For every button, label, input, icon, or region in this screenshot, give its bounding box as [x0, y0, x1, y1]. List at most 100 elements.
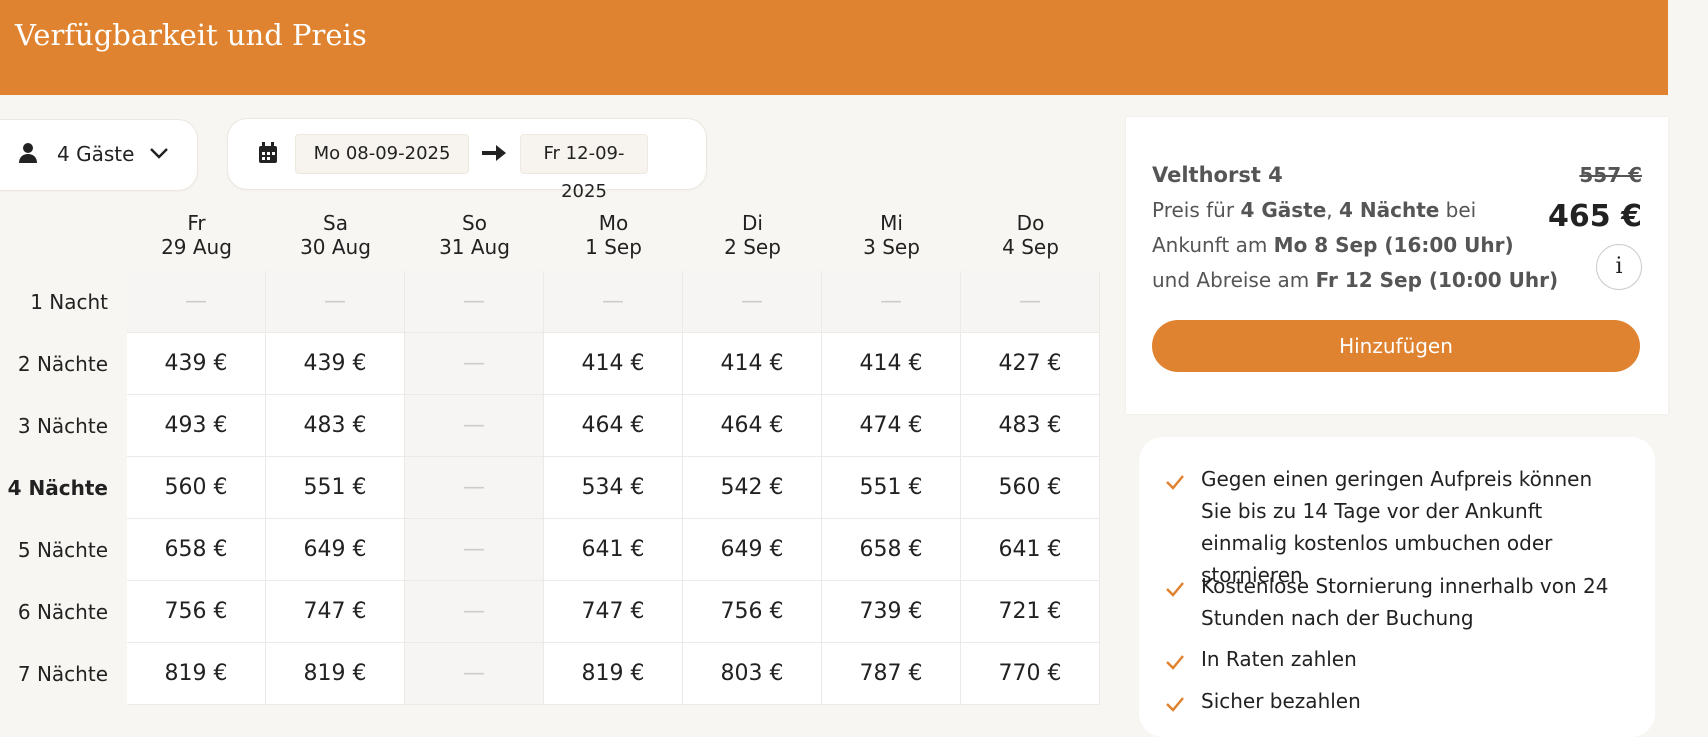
column-date: 1 Sep	[585, 235, 642, 259]
price-cell[interactable]: 747 €	[544, 581, 683, 643]
person-icon	[19, 142, 37, 168]
calendar-icon	[258, 142, 278, 168]
check-icon	[1165, 647, 1185, 679]
column-date: 30 Aug	[300, 235, 371, 259]
column-date: 31 Aug	[439, 235, 510, 259]
price-cell[interactable]: 534 €	[544, 457, 683, 519]
arrow-right-icon	[482, 143, 506, 167]
price-cell[interactable]: 483 €	[961, 395, 1100, 457]
price-cell[interactable]: 464 €	[683, 395, 822, 457]
check-icon	[1165, 689, 1185, 721]
column-header: Fr 29 Aug	[127, 211, 266, 259]
price-cell-unavailable: —	[405, 271, 544, 333]
column-header: Do 4 Sep	[961, 211, 1100, 259]
price-cell[interactable]: 542 €	[683, 457, 822, 519]
date-range-picker[interactable]: Mo 08-09-2025 Fr 12-09-2025	[227, 118, 707, 202]
benefit-item: In Raten zahlen	[1166, 643, 1621, 675]
price-cell[interactable]: 787 €	[822, 643, 961, 705]
row-label: 1 Nacht	[30, 290, 108, 314]
price-cell[interactable]: 649 €	[683, 519, 822, 581]
guests-label: 4 Gäste	[57, 142, 135, 166]
price-cell-unavailable: —	[405, 457, 544, 519]
price-cell-unavailable: —	[544, 271, 683, 333]
current-price: 465 €	[1548, 199, 1642, 234]
column-day: Fr	[187, 211, 206, 235]
column-day: So	[462, 211, 487, 235]
price-cell[interactable]: 721 €	[961, 581, 1100, 643]
price-cell[interactable]: 493 €	[127, 395, 266, 457]
column-date: 4 Sep	[1002, 235, 1059, 259]
add-button[interactable]: Hinzufügen	[1152, 320, 1640, 372]
column-header: Di 2 Sep	[683, 211, 822, 259]
price-cell[interactable]: 439 €	[266, 333, 405, 395]
price-cell[interactable]: 414 €	[683, 333, 822, 395]
price-cell[interactable]: 819 €	[544, 643, 683, 705]
price-cell-unavailable: —	[683, 271, 822, 333]
price-cell[interactable]: 641 €	[544, 519, 683, 581]
column-date: 3 Sep	[863, 235, 920, 259]
header-bar: Verfügbarkeit und Preis	[0, 0, 1668, 95]
column-day: Mi	[880, 211, 903, 235]
price-cell[interactable]: 658 €	[822, 519, 961, 581]
summary-line-guests: Preis für 4 Gäste, 4 Nächte bei	[1152, 198, 1477, 222]
column-date: 29 Aug	[161, 235, 232, 259]
row-label: 3 Nächte	[17, 414, 108, 438]
price-cell[interactable]: 560 €	[127, 457, 266, 519]
chevron-down-icon	[149, 145, 169, 164]
column-date: 2 Sep	[724, 235, 781, 259]
price-cell[interactable]: 560 €	[961, 457, 1100, 519]
guests-selector[interactable]: 4 Gäste	[0, 119, 198, 191]
price-cell-unavailable: —	[822, 271, 961, 333]
column-day: Sa	[323, 211, 348, 235]
price-cell[interactable]: 649 €	[266, 519, 405, 581]
checkin-date-input[interactable]: Mo 08-09-2025	[295, 134, 469, 174]
column-header: So 31 Aug	[405, 211, 544, 259]
price-cell[interactable]: 803 €	[683, 643, 822, 705]
row-label: 4 Nächte	[7, 476, 108, 500]
column-header: Mo 1 Sep	[544, 211, 683, 259]
price-cell[interactable]: 747 €	[266, 581, 405, 643]
price-cell[interactable]: 770 €	[961, 643, 1100, 705]
price-cell-unavailable: —	[405, 395, 544, 457]
price-cell[interactable]: 658 €	[127, 519, 266, 581]
price-cell[interactable]: 819 €	[127, 643, 266, 705]
price-cell[interactable]: 756 €	[683, 581, 822, 643]
row-label: 7 Nächte	[17, 662, 108, 686]
booking-summary: Velthorst 4 557 € 465 € Preis für 4 Gäst…	[1126, 117, 1668, 414]
column-day: Mo	[598, 211, 629, 235]
price-cell[interactable]: 414 €	[544, 333, 683, 395]
price-cell-unavailable: —	[405, 333, 544, 395]
price-cell[interactable]: 483 €	[266, 395, 405, 457]
row-label: 2 Nächte	[17, 352, 108, 376]
price-cell[interactable]: 739 €	[822, 581, 961, 643]
price-cell-unavailable: —	[405, 581, 544, 643]
price-cell[interactable]: 551 €	[266, 457, 405, 519]
price-cell[interactable]: 464 €	[544, 395, 683, 457]
price-cell-unavailable: —	[405, 519, 544, 581]
price-cell[interactable]: 819 €	[266, 643, 405, 705]
price-cell-unavailable: —	[961, 271, 1100, 333]
price-cell-unavailable: —	[405, 643, 544, 705]
row-label: 5 Nächte	[17, 538, 108, 562]
price-cell[interactable]: 641 €	[961, 519, 1100, 581]
benefit-item: Kostenlose Stornierung innerhalb von 24 …	[1166, 570, 1621, 634]
benefit-item: Sicher bezahlen	[1166, 685, 1621, 717]
info-button[interactable]: i	[1596, 244, 1642, 290]
price-cell-unavailable: —	[127, 271, 266, 333]
check-icon	[1165, 467, 1185, 499]
price-cell[interactable]: 551 €	[822, 457, 961, 519]
column-day: Di	[742, 211, 763, 235]
summary-line-departure: und Abreise am Fr 12 Sep (10:00 Uhr)	[1152, 268, 1559, 292]
price-cell[interactable]: 414 €	[822, 333, 961, 395]
price-cell-unavailable: —	[266, 271, 405, 333]
benefits-panel: Gegen einen geringen Aufpreis können Sie…	[1139, 437, 1655, 737]
price-cell[interactable]: 756 €	[127, 581, 266, 643]
property-name: Velthorst 4	[1152, 163, 1283, 187]
price-cell[interactable]: 427 €	[961, 333, 1100, 395]
check-icon	[1165, 574, 1185, 606]
price-cell[interactable]: 439 €	[127, 333, 266, 395]
row-label: 6 Nächte	[17, 600, 108, 624]
checkout-date-input[interactable]: Fr 12-09-2025	[520, 134, 648, 202]
price-cell[interactable]: 474 €	[822, 395, 961, 457]
page-title: Verfügbarkeit und Preis	[15, 18, 367, 52]
